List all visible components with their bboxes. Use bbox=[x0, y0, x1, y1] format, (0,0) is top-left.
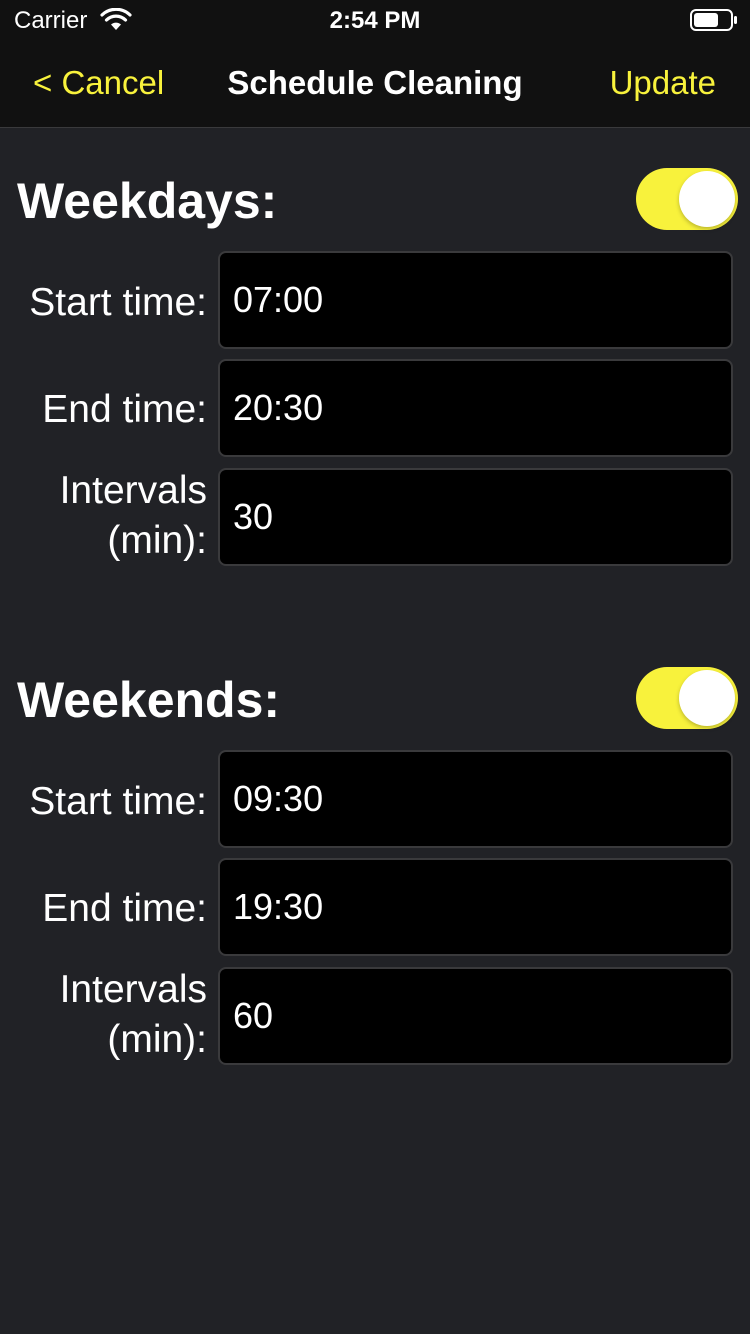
weekdays-interval-label-line1: Intervals bbox=[59, 469, 207, 512]
weekends-interval-field[interactable]: 60 bbox=[218, 967, 733, 1065]
weekdays-interval-field[interactable]: 30 bbox=[218, 468, 733, 566]
weekdays-start-label: Start time: bbox=[29, 281, 207, 324]
weekends-end-time-field[interactable]: 19:30 bbox=[218, 858, 733, 956]
cancel-button[interactable]: < Cancel bbox=[33, 64, 164, 102]
weekdays-start-time-field[interactable]: 07:00 bbox=[218, 251, 733, 349]
weekends-interval-label-line1: Intervals bbox=[59, 968, 207, 1011]
weekends-interval-label-line2: (min): bbox=[107, 1018, 207, 1061]
weekends-title: Weekends: bbox=[17, 672, 281, 728]
weekdays-interval-label-line2: (min): bbox=[107, 519, 207, 562]
weekends-end-label: End time: bbox=[42, 887, 207, 930]
battery-icon bbox=[690, 9, 737, 31]
weekends-start-time-field[interactable]: 09:30 bbox=[218, 750, 733, 848]
weekdays-title: Weekdays: bbox=[17, 173, 278, 229]
toggle-knob bbox=[679, 670, 735, 726]
weekends-toggle[interactable] bbox=[636, 667, 738, 729]
weekdays-toggle[interactable] bbox=[636, 168, 738, 230]
schedule-cleaning-screen: Carrier 2:54 PM < Cancel Schedule Cleani… bbox=[0, 0, 750, 1334]
weekdays-end-label: End time: bbox=[42, 388, 207, 431]
weekends-start-label: Start time: bbox=[29, 780, 207, 823]
status-time: 2:54 PM bbox=[329, 7, 421, 34]
update-button[interactable]: Update bbox=[610, 64, 716, 102]
weekdays-end-time-field[interactable]: 20:30 bbox=[218, 359, 733, 457]
status-bar: Carrier 2:54 PM bbox=[0, 0, 750, 40]
nav-bar: < Cancel Schedule Cleaning Update bbox=[0, 40, 750, 128]
toggle-knob bbox=[679, 171, 735, 227]
